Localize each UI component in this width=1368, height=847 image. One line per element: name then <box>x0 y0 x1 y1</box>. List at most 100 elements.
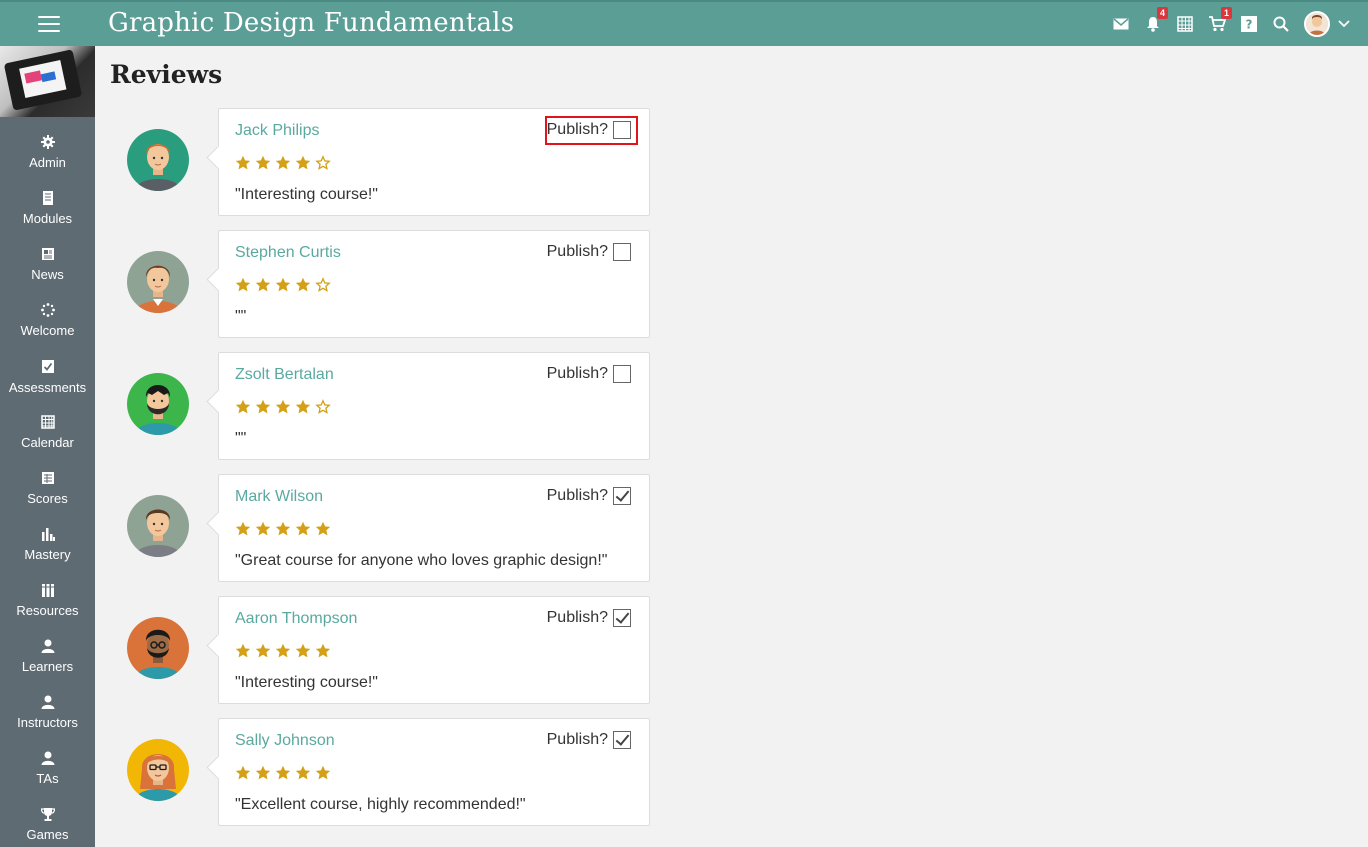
review-card: Stephen Curtis Publish? "" <box>218 230 650 338</box>
review-comment: "Interesting course!" <box>235 186 378 203</box>
star-rating <box>235 643 335 659</box>
user-icon <box>41 695 54 709</box>
review-comment: "" <box>235 430 247 447</box>
review-item: Aaron Thompson Publish? "Interesting cou… <box>127 596 650 704</box>
review-item: Mark Wilson Publish? "Great course for a… <box>127 474 650 582</box>
star-filled-icon <box>255 277 271 292</box>
star-filled-icon <box>295 277 311 292</box>
publish-checkbox[interactable] <box>613 609 631 627</box>
notification-badge: 4 <box>1156 7 1168 19</box>
star-filled-icon <box>235 643 251 658</box>
review-item: Zsolt Bertalan Publish? "" <box>127 352 650 460</box>
checklist-icon <box>41 360 54 373</box>
publish-toggle: Publish? <box>547 365 631 383</box>
mail-icon[interactable] <box>1110 13 1132 35</box>
publish-label: Publish? <box>546 121 608 138</box>
sidebar-item-scores[interactable]: Scores <box>0 453 95 509</box>
star-filled-icon <box>235 521 251 536</box>
publish-toggle: Publish? <box>547 487 631 505</box>
star-filled-icon <box>275 521 291 536</box>
review-comment: "Great course for anyone who loves graph… <box>235 552 608 569</box>
star-filled-icon <box>235 399 251 414</box>
svg-text:?: ? <box>1246 18 1253 32</box>
publish-checkbox[interactable] <box>613 365 631 383</box>
review-comment: "Excellent course, highly recommended!" <box>235 796 526 813</box>
star-filled-icon <box>255 155 271 170</box>
star-filled-icon <box>235 155 251 170</box>
star-filled-icon <box>255 643 271 658</box>
reviewer-avatar <box>127 373 189 435</box>
reviewer-avatar <box>127 251 189 313</box>
reviewer-name[interactable]: Aaron Thompson <box>235 610 357 628</box>
thumbnail-image <box>3 49 83 111</box>
star-rating <box>235 155 335 171</box>
review-card: Aaron Thompson Publish? "Interesting cou… <box>218 596 650 704</box>
help-icon[interactable]: ? <box>1238 13 1260 35</box>
menu-icon[interactable] <box>38 16 60 32</box>
top-icons: 4 1 ? <box>1100 2 1350 46</box>
star-filled-icon <box>295 521 311 536</box>
star-rating <box>235 765 335 781</box>
star-filled-icon <box>295 765 311 780</box>
sidebar-item-learners[interactable]: Learners <box>0 621 95 677</box>
review-card: Mark Wilson Publish? "Great course for a… <box>218 474 650 582</box>
star-filled-icon <box>235 765 251 780</box>
spinner-icon <box>40 303 55 317</box>
trophy-icon <box>40 808 55 821</box>
scores-icon <box>41 472 54 484</box>
sidebar-item-tas[interactable]: TAs <box>0 733 95 789</box>
sidebar-item-news[interactable]: News <box>0 229 95 285</box>
review-item: Jack Philips Publish? "Interesting cours… <box>127 108 650 216</box>
publish-checkbox[interactable] <box>613 487 631 505</box>
review-card: Sally Johnson Publish? "Excellent course… <box>218 718 650 826</box>
book-icon <box>42 191 53 205</box>
reviewer-name[interactable]: Zsolt Bertalan <box>235 366 334 384</box>
top-bar: Graphic Design Fundamentals 4 1 ? <box>0 0 1368 46</box>
sidebar-item-instructors[interactable]: Instructors <box>0 677 95 733</box>
sidebar-item-welcome[interactable]: Welcome <box>0 285 95 341</box>
calendar-grid-icon[interactable] <box>1174 13 1196 35</box>
reviewer-name[interactable]: Jack Philips <box>235 122 319 140</box>
sidebar-item-calendar[interactable]: Calendar <box>0 397 95 453</box>
search-icon[interactable] <box>1270 13 1292 35</box>
reviewer-name[interactable]: Sally Johnson <box>235 732 335 750</box>
publish-toggle: Publish? <box>547 609 631 627</box>
publish-label: Publish? <box>546 243 608 260</box>
publish-label: Publish? <box>546 487 608 504</box>
cart-icon[interactable]: 1 <box>1206 7 1232 35</box>
star-empty-icon <box>315 155 331 170</box>
review-item: Stephen Curtis Publish? "" <box>127 230 650 338</box>
sidebar-item-games[interactable]: Games <box>0 789 95 845</box>
reviewer-name[interactable]: Mark Wilson <box>235 488 323 506</box>
star-filled-icon <box>295 155 311 170</box>
star-rating <box>235 277 335 293</box>
publish-checkbox[interactable] <box>613 121 631 139</box>
bar-chart-icon <box>41 528 55 541</box>
star-rating <box>235 399 335 415</box>
course-thumbnail[interactable] <box>0 46 95 117</box>
publish-label: Publish? <box>546 731 608 748</box>
bell-icon[interactable]: 4 <box>1142 7 1168 35</box>
sidebar-item-mastery[interactable]: Mastery <box>0 509 95 565</box>
star-filled-icon <box>295 643 311 658</box>
sidebar: Admin Modules News Welcome Assessments C… <box>0 46 95 847</box>
star-filled-icon <box>315 521 331 536</box>
publish-toggle: Publish? <box>547 243 631 261</box>
publish-label: Publish? <box>546 365 608 382</box>
review-item: Sally Johnson Publish? "Excellent course… <box>127 718 650 826</box>
sidebar-item-admin[interactable]: Admin <box>0 117 95 173</box>
review-comment: "Interesting course!" <box>235 674 378 691</box>
sidebar-item-assessments[interactable]: Assessments <box>0 341 95 397</box>
course-title: Graphic Design Fundamentals <box>108 8 515 38</box>
publish-checkbox[interactable] <box>613 243 631 261</box>
reviewer-name[interactable]: Stephen Curtis <box>235 244 341 262</box>
sidebar-item-modules[interactable]: Modules <box>0 173 95 229</box>
chevron-down-icon[interactable] <box>1338 15 1350 33</box>
star-rating <box>235 521 335 537</box>
publish-checkbox[interactable] <box>613 731 631 749</box>
user-icon <box>41 639 54 653</box>
sidebar-item-resources[interactable]: Resources <box>0 565 95 621</box>
reviewer-avatar <box>127 617 189 679</box>
user-avatar[interactable] <box>1304 11 1330 37</box>
news-icon <box>41 248 54 260</box>
